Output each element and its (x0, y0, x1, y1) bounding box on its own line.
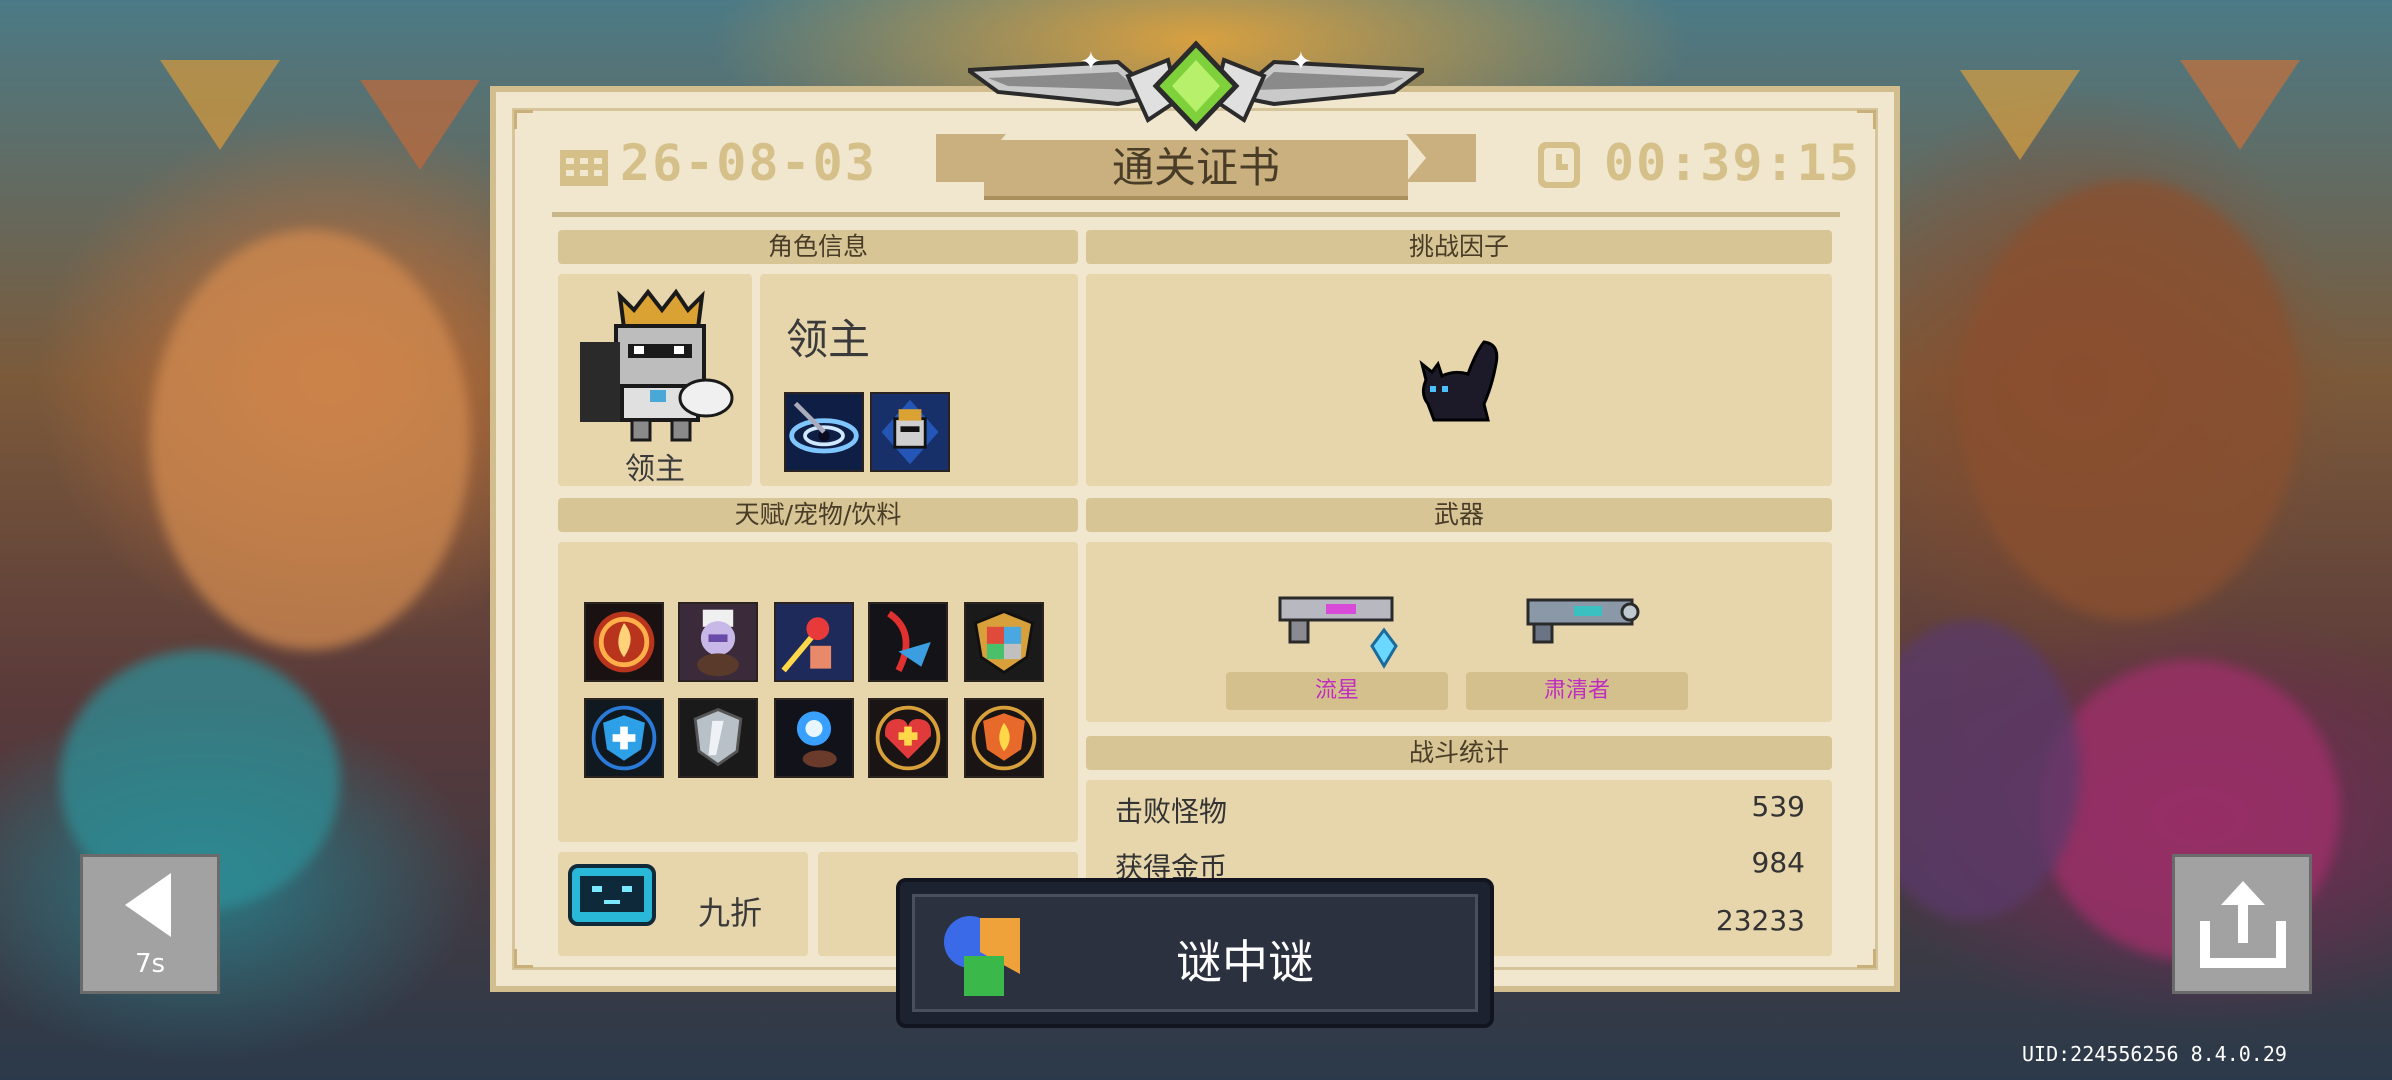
weapons-header: 武器 (1086, 498, 1832, 532)
stat-value: 984 (1751, 846, 1805, 879)
fire-swirl-icon[interactable] (584, 602, 664, 682)
challenge-factor-header: 挑战因子 (1086, 230, 1832, 264)
share-icon (2200, 881, 2286, 968)
weapon-name-1: 流星 (1226, 672, 1448, 710)
svg-text:✦: ✦ (1290, 47, 1312, 77)
black-cat-icon[interactable] (1414, 334, 1504, 426)
blade-slash-icon[interactable] (868, 602, 948, 682)
achievement-popup[interactable]: 谜中谜 (896, 878, 1494, 1028)
combat-stats-header: 战斗统计 (1086, 736, 1832, 770)
clear-time: 00:39:15 (1604, 134, 1861, 192)
back-countdown: 7s (134, 949, 166, 979)
shield-plus-icon[interactable] (584, 698, 664, 778)
silver-shield-icon[interactable] (678, 698, 758, 778)
heart-plus-icon[interactable] (868, 698, 948, 778)
vortex-skill-icon[interactable] (784, 392, 864, 472)
back-arrow-icon (125, 873, 171, 937)
clock-icon (1538, 142, 1580, 188)
certificate-date: 26-08-03 (620, 134, 877, 192)
portrait-label: 领主 (625, 452, 685, 487)
elemental-shield-icon[interactable] (964, 602, 1044, 682)
uid-version-label: UID:224556256 8.4.0.29 (2022, 1042, 2287, 1066)
shotgun-icon[interactable] (1276, 590, 1400, 670)
stat-row-kills: 击败怪物 539 (1115, 790, 1805, 830)
tv-robot-icon (568, 864, 656, 926)
blaster-icon[interactable] (1518, 592, 1642, 646)
weapon-name-2: 肃清者 (1466, 672, 1688, 710)
certificate-title: 通关证书 (984, 140, 1408, 200)
wings-crest-icon: ✦ ✦ (968, 40, 1424, 132)
talents-panel (558, 542, 1078, 842)
chef-pet-icon[interactable] (678, 602, 758, 682)
fist-punch-icon[interactable] (774, 602, 854, 682)
energy-orb-icon[interactable] (774, 698, 854, 778)
knight-shield-skill-icon[interactable] (870, 392, 950, 472)
stat-value: 23233 (1715, 904, 1805, 937)
flame-shield-icon[interactable] (964, 698, 1044, 778)
game-center-icon (944, 916, 1020, 996)
lord-knight-portrait-icon (580, 288, 734, 442)
weapons-panel (1086, 542, 1832, 722)
share-button[interactable] (2172, 854, 2312, 994)
character-info-header: 角色信息 (558, 230, 1078, 264)
stat-label: 击败怪物 (1115, 795, 1228, 828)
back-button[interactable]: 7s (80, 854, 220, 994)
discount-label: 九折 (698, 894, 763, 932)
popup-title: 谜中谜 (1176, 935, 1314, 989)
calendar-icon (560, 150, 608, 186)
svg-text:✦: ✦ (1080, 47, 1102, 77)
talents-header: 天赋/宠物/饮料 (558, 498, 1078, 532)
stat-value: 539 (1751, 790, 1805, 823)
character-name: 领主 (786, 315, 871, 364)
